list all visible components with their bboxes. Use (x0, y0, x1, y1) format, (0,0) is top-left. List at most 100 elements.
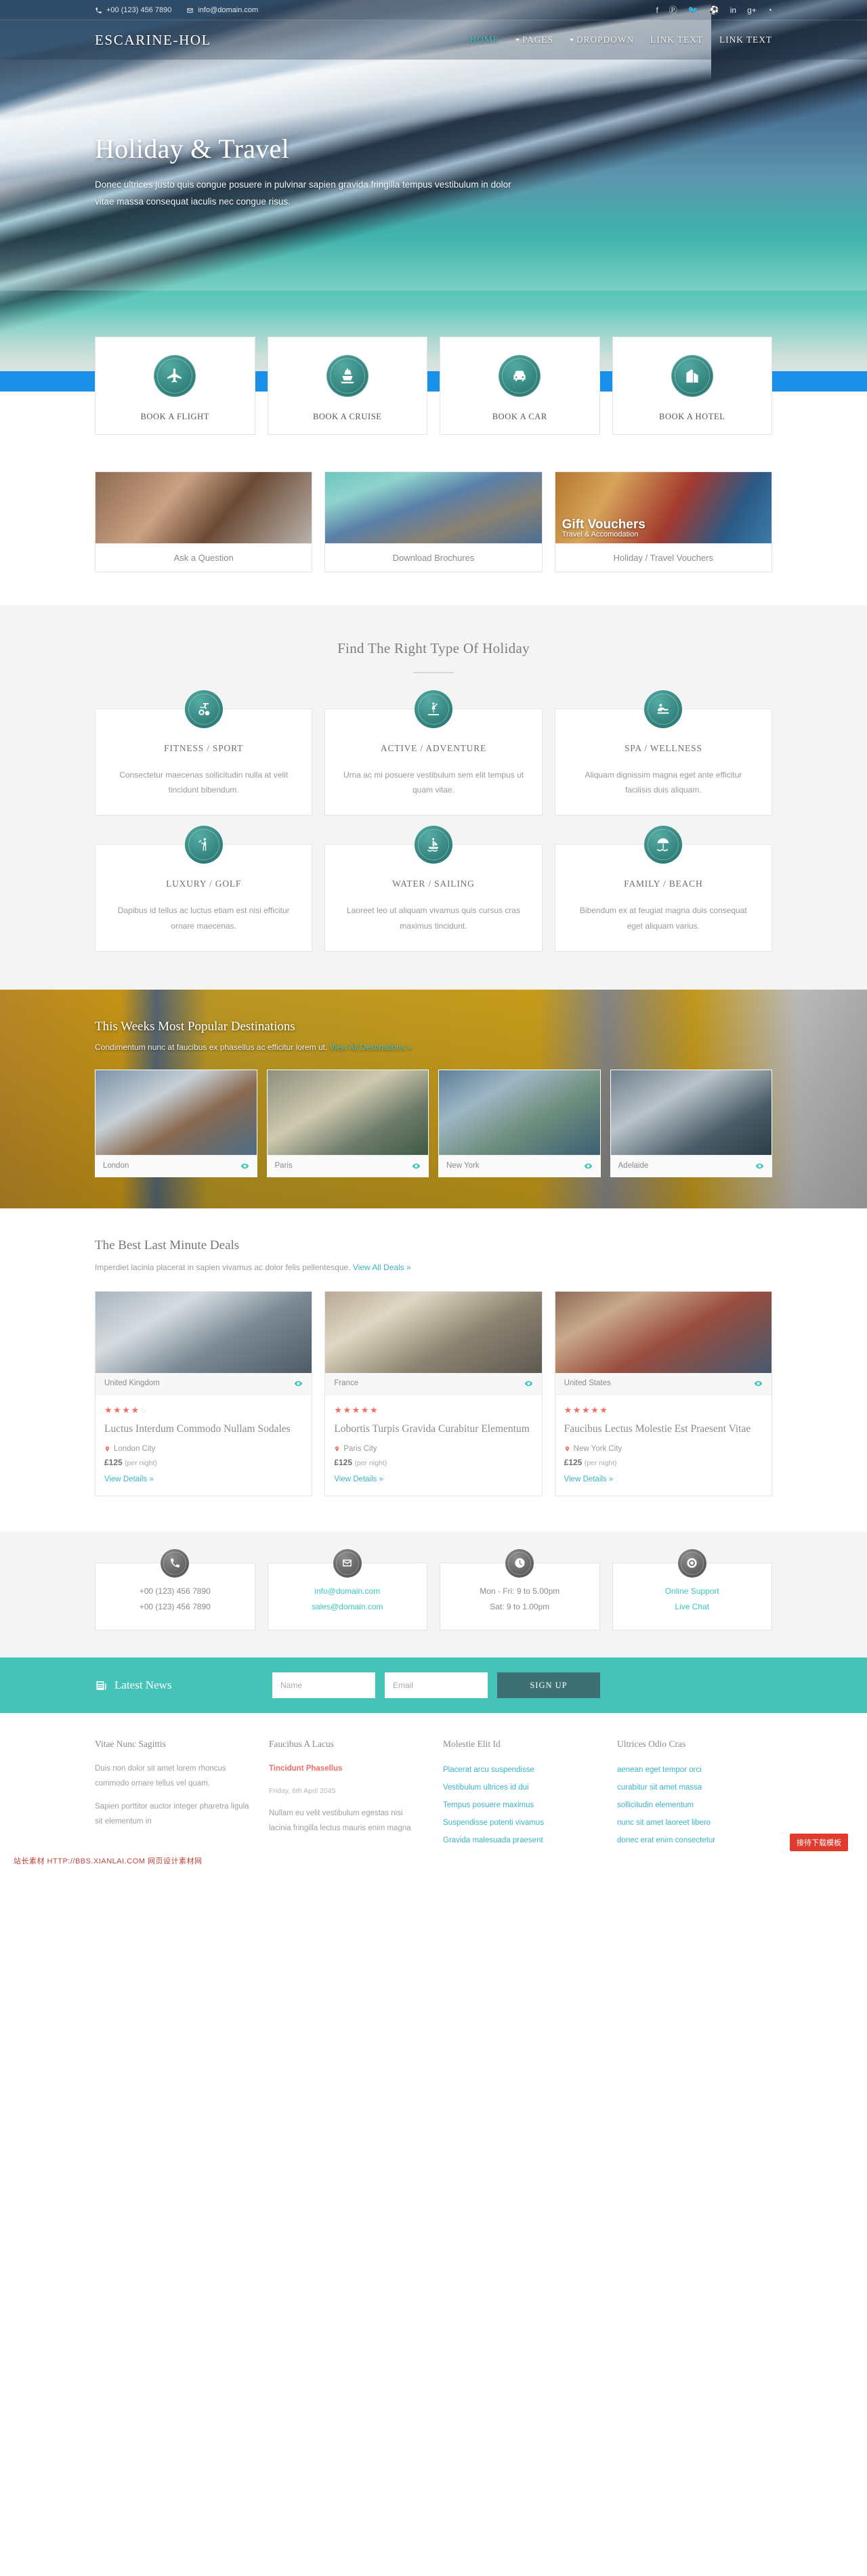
deals-subtitle: Imperdiet lacinia placerat in sapien viv… (95, 1263, 772, 1272)
footer-column-2: Faucibus A Lacus Tincidunt Phasellus Fri… (269, 1739, 424, 1849)
deal-details-link-3[interactable]: View Details » (564, 1475, 614, 1483)
topbar-email[interactable]: info@domain.com (186, 6, 258, 14)
deal-details-link-1[interactable]: View Details » (104, 1475, 154, 1483)
type-card-spa-wellness[interactable]: SPA / WELLNESS Aliquam dignissim magna e… (554, 690, 772, 816)
footer-link-4c[interactable]: sollicitudin elementum (617, 1797, 772, 1815)
nav-item-link-1[interactable]: LINK TEXT (650, 35, 703, 45)
type-title-luxury-golf: LUXURY / GOLF (166, 879, 242, 889)
deal-name-3: Faucibus Lectus Molestie Est Praesent Vi… (564, 1422, 751, 1435)
googleplus-icon[interactable]: g+ (747, 6, 757, 14)
deal-per-3: (per night) (584, 1458, 617, 1467)
deal-per-1: (per night) (125, 1458, 157, 1467)
view-all-deals-link[interactable]: View All Deals » (353, 1263, 411, 1272)
deal-card-1[interactable]: United Kingdom ★★★★☆ Luctus Interdum Com… (95, 1290, 313, 1496)
deal-card-3[interactable]: United States ★★★★★ Faucibus Lectus Mole… (554, 1290, 772, 1496)
linkedin-icon[interactable]: in (730, 6, 736, 14)
footer-link-4a[interactable]: aenean eget tempor orci (617, 1762, 772, 1779)
twitter-icon[interactable]: 🐦 (688, 6, 698, 14)
deal-city-row-3: New York City (564, 1445, 763, 1453)
deal-country-row-3: United States (555, 1372, 771, 1395)
footer-title-2: Faucibus A Lacus (269, 1739, 334, 1750)
facebook-icon[interactable]: f (656, 6, 658, 14)
eye-icon[interactable] (240, 1162, 249, 1170)
nav-item-dropdown[interactable]: DROPDOWN (569, 35, 634, 45)
type-card-active-adventure[interactable]: ACTIVE / ADVENTURE Urna ac mi posuere ve… (324, 690, 543, 816)
topbar-phone[interactable]: +00 (123) 456 7890 (95, 6, 171, 14)
book-flight-card[interactable]: BOOK A FLIGHT (95, 337, 255, 435)
book-hotel-label: BOOK A HOTEL (659, 412, 725, 421)
book-car-card[interactable]: BOOK A CAR (440, 337, 600, 435)
destination-card-adelaide[interactable]: Adelaide (610, 1069, 772, 1177)
footer-link-3c[interactable]: Tempus posuere maximus (443, 1797, 598, 1815)
newsletter-name-input[interactable] (272, 1672, 375, 1699)
type-card-luxury-golf[interactable]: LUXURY / GOLF Dapibus id tellus ac luctu… (95, 826, 313, 952)
contact-email-2[interactable]: sales@domain.com (275, 1599, 421, 1615)
footer-link-3e[interactable]: Gravida malesuada praesent (443, 1832, 598, 1850)
airplane-icon (154, 355, 196, 397)
destination-card-london[interactable]: London (95, 1069, 257, 1177)
footer-column-3: Molestie Elit Id Placerat arcu suspendis… (443, 1739, 598, 1849)
destination-footer-new-york: New York (439, 1154, 600, 1177)
destination-card-new-york[interactable]: New York (438, 1069, 601, 1177)
deal-city-row-2: Paris City (334, 1445, 532, 1453)
contact-box-email: info@domain.com sales@domain.com (267, 1548, 427, 1631)
view-all-destinations-link[interactable]: View All Destinations » (330, 1042, 412, 1052)
eye-icon[interactable] (412, 1162, 421, 1170)
hero-section: +00 (123) 456 7890 info@domain.com f Ⓟ 🐦… (0, 0, 867, 447)
dribbble-icon[interactable]: ⚽ (709, 6, 719, 14)
footer-title-4: Ultrices Odio Cras (617, 1739, 686, 1750)
footer-highlight-2[interactable]: Tincidunt Phasellus (269, 1762, 424, 1777)
contact-email-1[interactable]: info@domain.com (275, 1584, 421, 1599)
hero-text-block: Holiday & Travel Donec ultrices justo qu… (0, 133, 867, 211)
book-hotel-card[interactable]: BOOK A HOTEL (612, 337, 772, 435)
deal-name-1: Luctus Interdum Commodo Nullam Sodales (104, 1422, 291, 1435)
contact-support-2[interactable]: Live Chat (620, 1599, 765, 1615)
top-contact-bar: +00 (123) 456 7890 info@domain.com f Ⓟ 🐦… (0, 0, 867, 20)
contact-hours-1: Mon - Fri: 9 to 5.00pm (480, 1586, 560, 1596)
footer-link-4d[interactable]: nunc sit amet laoreet libero (617, 1815, 772, 1832)
eye-icon[interactable] (294, 1379, 303, 1388)
download-template-badge[interactable]: 接待下载模板 (790, 1833, 848, 1851)
chevron-down-icon (569, 39, 574, 41)
hero-subtitle: Donec ultrices justo quis congue posuere… (95, 180, 511, 207)
deal-card-2[interactable]: France ★★★★★ Lobortis Turpis Gravida Cur… (324, 1290, 543, 1496)
rss-icon[interactable]: ◔ (767, 6, 772, 14)
site-logo[interactable]: ESCARINE-HOL (95, 32, 211, 49)
footer-link-4b[interactable]: curabitur sit amet massa (617, 1779, 772, 1797)
destination-card-paris[interactable]: Paris (266, 1069, 429, 1177)
promo-label-vouchers: Holiday / Travel Vouchers (555, 543, 771, 572)
support-icon (677, 1548, 706, 1578)
envelope-icon (333, 1548, 362, 1578)
newsletter-email-input[interactable] (385, 1672, 488, 1699)
type-card-family-beach[interactable]: FAMILY / BEACH Bibendum ex at feugiat ma… (554, 826, 772, 952)
eye-icon[interactable] (524, 1379, 533, 1388)
gift-voucher-photo: Gift Vouchers Travel & Accomodation (555, 472, 771, 543)
pinterest-icon[interactable]: Ⓟ (669, 6, 677, 14)
eye-icon[interactable] (754, 1379, 763, 1388)
booking-shortcuts: BOOK A FLIGHT BOOK A CRUISE BOOK A CAR B… (0, 337, 867, 435)
deal-details-link-2[interactable]: View Details » (334, 1475, 383, 1483)
footer-link-3d[interactable]: Suspendisse potenti vivamus (443, 1815, 598, 1832)
nav-item-pages[interactable]: PAGES (515, 35, 553, 45)
hero-title: Holiday & Travel (95, 133, 290, 164)
contact-support-1[interactable]: Online Support (620, 1584, 765, 1599)
footer-link-3a[interactable]: Placerat arcu suspendisse (443, 1762, 598, 1779)
deal-name-2: Lobortis Turpis Gravida Curabitur Elemen… (334, 1422, 530, 1435)
type-card-fitness-sport[interactable]: FITNESS / SPORT Consectetur maecenas sol… (95, 690, 313, 816)
footer-link-3b[interactable]: Vestibulum ultrices id dui (443, 1779, 598, 1797)
promo-card-ask-question[interactable]: Ask a Question (95, 471, 313, 572)
nav-item-link-2[interactable]: LINK TEXT (719, 35, 772, 45)
book-cruise-card[interactable]: BOOK A CRUISE (267, 337, 427, 435)
nav-item-home[interactable]: HOME (469, 35, 499, 45)
promo-card-brochures[interactable]: Download Brochures (324, 471, 543, 572)
eye-icon[interactable] (584, 1162, 593, 1170)
footer-link-4e[interactable]: donec erat enim consectetur (617, 1832, 772, 1850)
type-desc-fitness-sport: Consectetur maecenas sollicitudin nulla … (119, 770, 289, 795)
deal-body-2: ★★★★★ Lobortis Turpis Gravida Curabitur … (325, 1395, 541, 1496)
newsletter-signup-button[interactable]: SIGN UP (497, 1672, 600, 1699)
type-card-water-sailing[interactable]: WATER / SAILING Laoreet leo ut aliquam v… (324, 826, 543, 952)
promo-card-vouchers[interactable]: Gift Vouchers Travel & Accomodation Holi… (554, 471, 772, 572)
contact-info-section: +00 (123) 456 7890 +00 (123) 456 7890 in… (0, 1531, 867, 1658)
newsletter-label: Latest News (95, 1678, 263, 1692)
eye-icon[interactable] (755, 1162, 764, 1170)
